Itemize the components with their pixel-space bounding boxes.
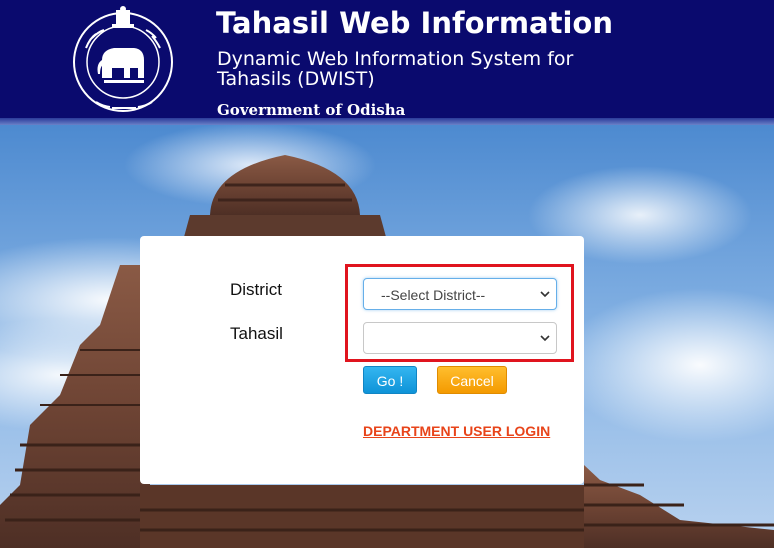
- site-header: Tahasil Web Information Dynamic Web Info…: [0, 0, 774, 119]
- header-divider: [0, 118, 774, 125]
- selection-highlight-box: [345, 264, 574, 362]
- go-button[interactable]: Go !: [363, 366, 417, 394]
- tahasil-label: Tahasil: [230, 324, 283, 343]
- district-label: District: [230, 280, 282, 299]
- site-subtitle: Dynamic Web Information System for Tahas…: [217, 48, 574, 90]
- government-label: Government of Odisha: [217, 101, 406, 119]
- odisha-emblem-logo: [73, 6, 173, 112]
- cancel-button[interactable]: Cancel: [437, 366, 507, 394]
- department-user-login-link[interactable]: DEPARTMENT USER LOGIN: [363, 423, 550, 439]
- site-title: Tahasil Web Information: [216, 6, 613, 40]
